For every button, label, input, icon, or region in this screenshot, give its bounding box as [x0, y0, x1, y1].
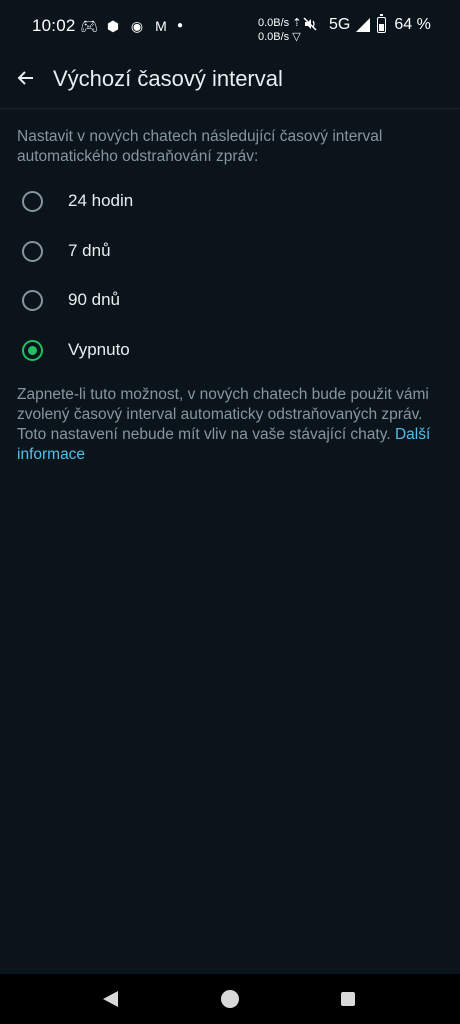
- mute-icon: [302, 16, 318, 35]
- gmail-icon: M: [155, 18, 167, 34]
- navigation-bar: [0, 974, 460, 1024]
- back-button[interactable]: [10, 62, 42, 94]
- option-label: 24 hodin: [68, 191, 134, 210]
- option-24-hours[interactable]: 24 hodin: [0, 177, 460, 227]
- nav-home-icon[interactable]: [221, 990, 239, 1008]
- battery-level: 64 %: [394, 16, 431, 33]
- messenger-icon: ◉: [130, 18, 144, 34]
- teams-icon: ⬢: [106, 18, 120, 34]
- description-text: Nastavit v nových chatech následující ča…: [17, 128, 383, 165]
- status-right: 5G 64 %: [329, 14, 431, 34]
- network-speed-down: 0.0B/s ▽: [258, 31, 301, 43]
- network-speed: 0.0B/s ⇡ 0.0B/s ▽: [258, 16, 301, 44]
- option-label: 7 dnů: [68, 240, 111, 260]
- status-time: 10:02: [32, 16, 76, 35]
- radio-button[interactable]: [22, 191, 43, 212]
- app-bar: Výchozí časový interval: [0, 52, 460, 109]
- status-bar: 10:02 🎮︎ ⬢ ◉ M ● 0.0B/s ⇡ 0.0B/s ▽ 5G 64…: [0, 0, 460, 52]
- option-90-days[interactable]: 90 dnů: [0, 276, 460, 326]
- notification-icons: 🎮︎ ⬢ ◉ M ●: [80, 17, 184, 35]
- more-notifications-dot-icon: ●: [176, 20, 184, 31]
- page-title: Výchozí časový interval: [53, 66, 283, 91]
- nav-recents-icon[interactable]: [341, 992, 355, 1006]
- info-note: Zapnete-li tuto možnost, v nových chatec…: [17, 385, 437, 465]
- option-label: Vypnuto: [68, 339, 130, 359]
- network-speed-up: 0.0B/s ⇡: [258, 17, 302, 29]
- option-label: 90 dnů: [68, 290, 120, 309]
- option-off[interactable]: Vypnuto: [0, 326, 460, 376]
- radio-button[interactable]: [22, 240, 43, 262]
- battery-icon: [377, 14, 387, 33]
- timer-options-list: 24 hodin 7 dnů 90 dnů Vypnuto: [0, 177, 460, 375]
- info-note-text: Zapnete-li tuto možnost, v nových chatec…: [17, 386, 429, 443]
- arrow-left-icon: [17, 71, 33, 85]
- radio-button-selected[interactable]: [22, 339, 43, 361]
- game-controller-icon: 🎮︎: [80, 18, 98, 34]
- radio-button[interactable]: [22, 290, 43, 311]
- network-type: 5G: [329, 16, 351, 33]
- option-7-days[interactable]: 7 dnů: [0, 227, 460, 277]
- nav-back-icon[interactable]: [103, 991, 118, 1007]
- signal-icon: [356, 18, 371, 32]
